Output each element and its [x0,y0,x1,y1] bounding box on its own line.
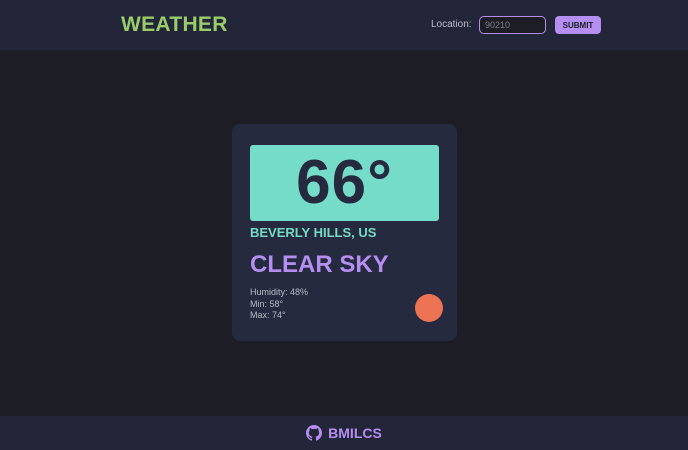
location-label: Location: [431,19,472,30]
submit-button[interactable]: SUBMIT [555,16,601,34]
humidity-text: Humidity: 48% [250,287,309,297]
github-link[interactable]: BMILCS [306,425,382,441]
weather-condition: CLEAR SKY [250,251,389,278]
footer-text: BMILCS [328,425,382,441]
weather-card: 66° BEVERLY HILLS, US CLEAR SKY Humidity… [232,124,457,341]
sun-icon [415,294,443,322]
github-icon [306,425,323,441]
app-footer: BMILCS [0,416,688,450]
app-header: WEATHER Location: SUBMIT [0,0,688,50]
temperature-box: 66° [250,145,439,221]
temperature-value: 66° [296,148,393,217]
max-temp-text: Max: 74° [250,310,286,320]
city-name: BEVERLY HILLS, US [250,225,377,240]
min-temp-text: Min: 58° [250,298,284,309]
brand-title: WEATHER [121,13,228,36]
location-input[interactable] [479,16,546,34]
weather-stats: Humidity: 48% Min: 58° Max: 74° [250,287,308,322]
